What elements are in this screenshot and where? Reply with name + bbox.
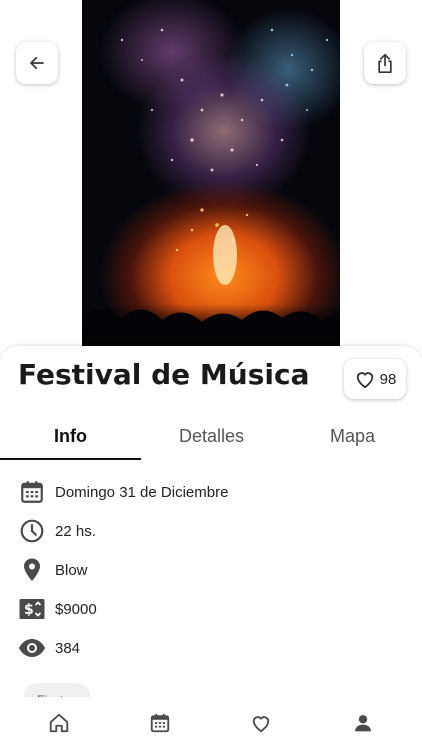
like-count: 98 bbox=[379, 370, 397, 388]
bottom-navigation bbox=[0, 697, 422, 750]
tab-info[interactable]: Info bbox=[0, 418, 141, 462]
event-hero-image bbox=[82, 0, 340, 346]
share-button[interactable] bbox=[364, 42, 406, 84]
svg-text:$: $ bbox=[24, 602, 34, 618]
arrow-left-icon bbox=[30, 56, 44, 70]
event-venue: Blow bbox=[55, 561, 88, 579]
active-tab-indicator bbox=[0, 458, 141, 460]
location-pin-icon bbox=[18, 556, 46, 584]
like-button[interactable]: 98 bbox=[344, 359, 406, 399]
info-row-venue: Blow bbox=[18, 556, 88, 584]
detail-tabs: Info Detalles Mapa bbox=[0, 418, 422, 462]
tab-mapa[interactable]: Mapa bbox=[282, 418, 422, 462]
event-title: Festival de Música bbox=[18, 358, 310, 391]
calendar-icon[interactable] bbox=[148, 711, 172, 735]
calendar-icon bbox=[18, 478, 46, 506]
event-price: $9000 bbox=[55, 600, 97, 618]
event-date: Domingo 31 de Diciembre bbox=[55, 483, 229, 501]
person-icon[interactable] bbox=[351, 711, 375, 735]
tab-detalles[interactable]: Detalles bbox=[141, 418, 282, 462]
eye-icon bbox=[18, 634, 46, 662]
event-time: 22 hs. bbox=[55, 522, 96, 540]
fireworks-illustration bbox=[82, 28, 340, 346]
info-row-price: $ $9000 bbox=[18, 595, 97, 623]
info-row-views: 384 bbox=[18, 634, 80, 662]
crowd-silhouette bbox=[82, 304, 340, 346]
heart-outline-icon bbox=[356, 372, 373, 389]
price-tag-icon: $ bbox=[18, 595, 46, 623]
back-button[interactable] bbox=[16, 42, 58, 84]
event-views: 384 bbox=[55, 639, 81, 657]
info-row-time: 22 hs. bbox=[18, 517, 96, 545]
share-icon bbox=[378, 53, 392, 73]
clock-icon bbox=[18, 517, 46, 545]
heart-icon[interactable] bbox=[249, 711, 273, 735]
info-row-date: Domingo 31 de Diciembre bbox=[18, 478, 228, 506]
home-icon[interactable] bbox=[47, 711, 71, 735]
